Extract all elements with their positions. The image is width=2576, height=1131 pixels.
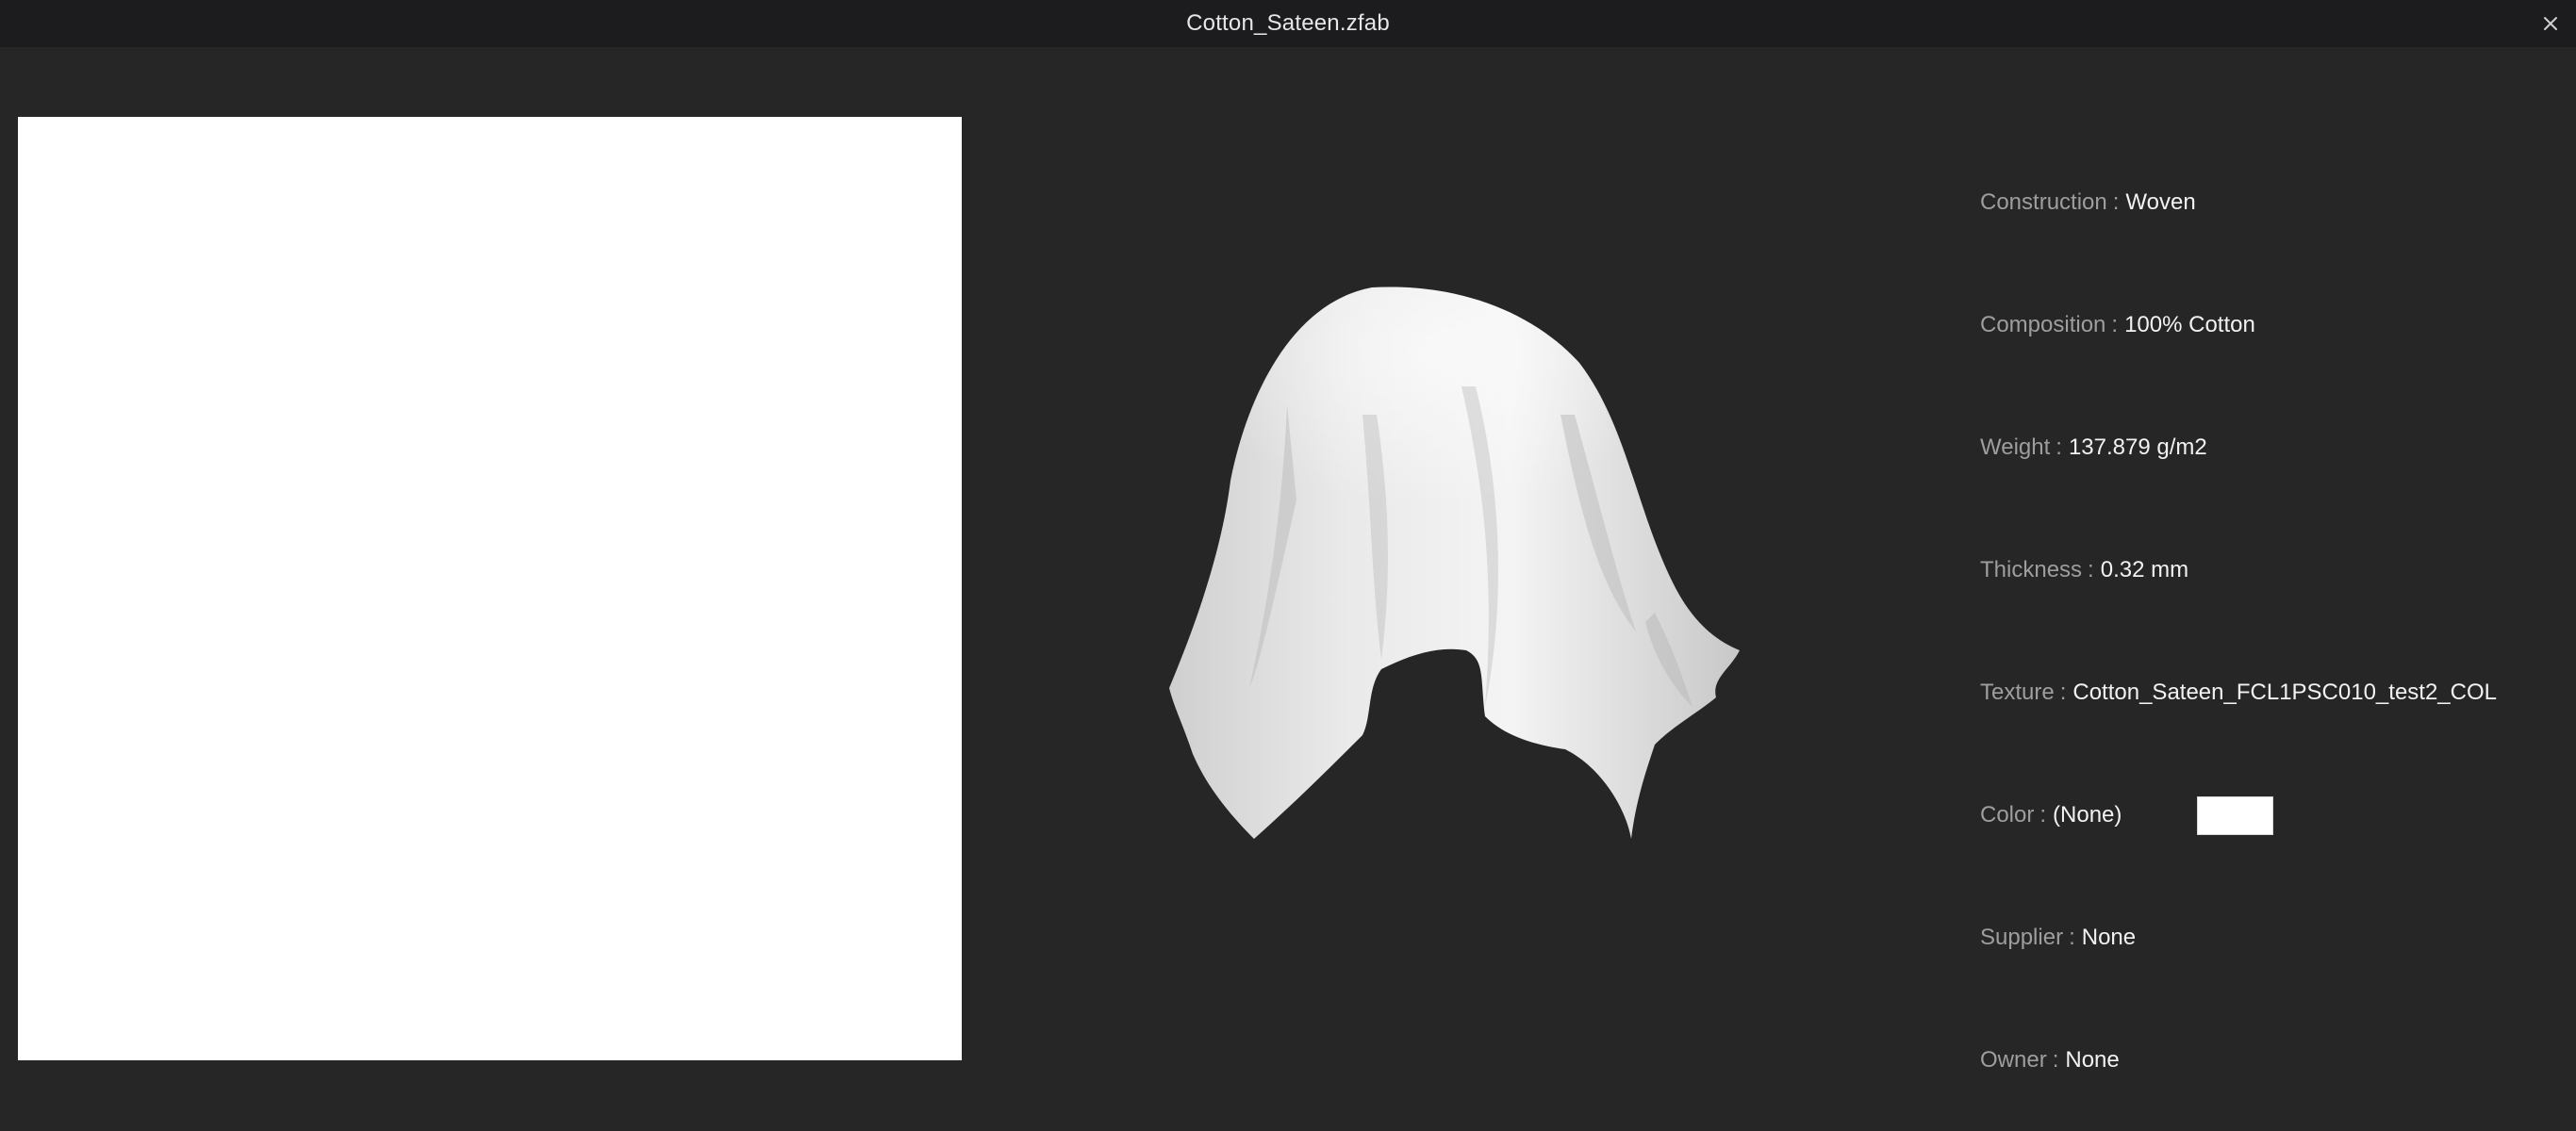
property-label: Weight: [1980, 434, 2051, 460]
property-value: None: [2065, 1047, 2120, 1073]
property-label: Color: [1980, 802, 2035, 828]
property-thickness: Thickness : 0.32 mm: [1980, 509, 2565, 631]
properties-panel: Construction : Woven Composition : 100% …: [1980, 141, 2565, 1122]
property-separator: :: [2052, 1047, 2059, 1073]
window-title: Cotton_Sateen.zfab: [1186, 10, 1390, 36]
property-value: Woven: [2125, 189, 2196, 215]
property-label: Supplier: [1980, 925, 2064, 950]
property-value: 0.32 mm: [2100, 557, 2189, 582]
property-separator: :: [2056, 434, 2062, 460]
property-supplier: Supplier : None: [1980, 877, 2565, 999]
property-value: (None): [2053, 802, 2122, 828]
title-bar: Cotton_Sateen.zfab: [0, 0, 2576, 47]
close-icon: [2544, 17, 2557, 30]
property-separator: :: [2039, 802, 2047, 828]
property-value: 100% Cotton: [2124, 312, 2255, 337]
property-separator: :: [2088, 557, 2094, 582]
property-value: None: [2081, 925, 2137, 950]
property-value: 137.879 g/m2: [2068, 434, 2207, 460]
property-label: Owner: [1980, 1047, 2047, 1073]
property-separator: :: [2069, 925, 2075, 950]
color-swatch: [2197, 795, 2274, 835]
property-label: Texture: [1980, 680, 2055, 705]
property-weight: Weight : 137.879 g/m2: [1980, 386, 2565, 509]
property-separator: :: [2059, 680, 2067, 705]
close-button[interactable]: [2536, 9, 2565, 38]
property-texture: Texture : Cotton_Sateen_FCL1PSC010_test2…: [1980, 631, 2565, 754]
property-value: Cotton_Sateen_FCL1PSC010_test2_COL: [2072, 680, 2497, 705]
property-composition: Composition : 100% Cotton: [1980, 264, 2565, 386]
fabric-drape-preview: [1169, 287, 1740, 839]
property-construction: Construction : Woven: [1980, 141, 2565, 264]
property-color: Color : (None): [1980, 754, 2565, 877]
property-label: Construction: [1980, 189, 2107, 215]
property-label: Composition: [1980, 312, 2106, 337]
property-separator: :: [2112, 189, 2120, 215]
fabric-info-window: Cotton_Sateen.zfab Construction: Woven …: [0, 0, 2576, 1131]
property-label: Thickness: [1980, 557, 2083, 582]
texture-preview: [18, 117, 962, 1060]
property-owner: Owner : None: [1980, 999, 2565, 1122]
property-separator: :: [2111, 312, 2119, 337]
